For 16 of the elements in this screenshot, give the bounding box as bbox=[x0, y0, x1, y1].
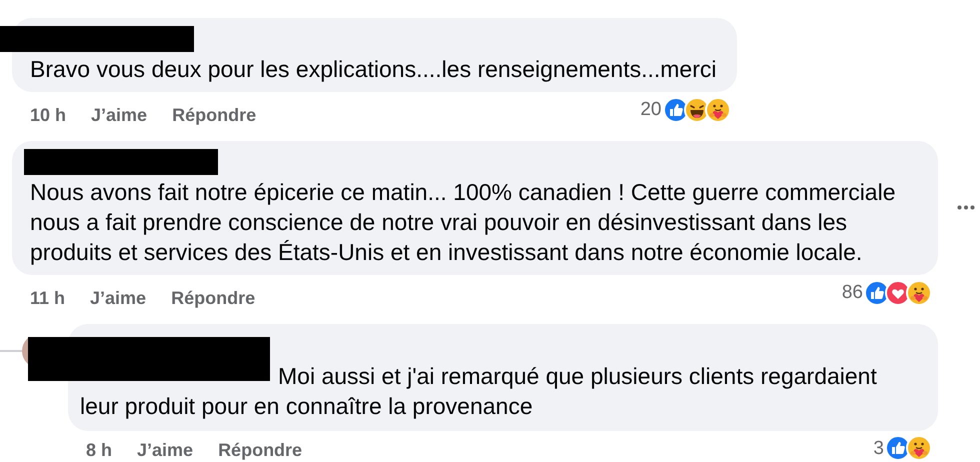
comment-text: Bravo vous deux pour les explications....les renseignements...merci bbox=[30, 56, 716, 82]
comment-time[interactable]: 11 h bbox=[30, 288, 66, 309]
comment-text: Nous avons fait notre épicerie ce matin... 100% canadien ! Cette guerre commerciale nous a fait prendre conscience de notre vrai pouvoir en désinvestissant dans les produits et services des États-Unis et en investissant dans notre économie locale. bbox=[30, 179, 896, 265]
reply-link[interactable]: Répondre bbox=[218, 440, 302, 460]
more-options-icon[interactable] bbox=[957, 204, 975, 210]
comment-text: Moi aussi et j'ai remarqué que plusieurs clients regardaient leur produit pour en connaître la provenance bbox=[80, 362, 878, 421]
comment-time[interactable]: 10 h bbox=[30, 105, 66, 126]
reply-link[interactable]: Répondre bbox=[171, 288, 256, 309]
comment-time[interactable]: 8 h bbox=[86, 440, 112, 460]
reaction-count[interactable]: 3 bbox=[873, 438, 884, 458]
reaction-count[interactable]: 86 bbox=[842, 282, 863, 303]
reaction-count[interactable]: 20 bbox=[640, 99, 662, 120]
like-link[interactable]: J’aime bbox=[91, 105, 148, 126]
reply-link[interactable]: Répondre bbox=[172, 105, 256, 126]
like-link[interactable]: J’aime bbox=[90, 288, 146, 309]
like-link[interactable]: J’aime bbox=[137, 440, 194, 460]
